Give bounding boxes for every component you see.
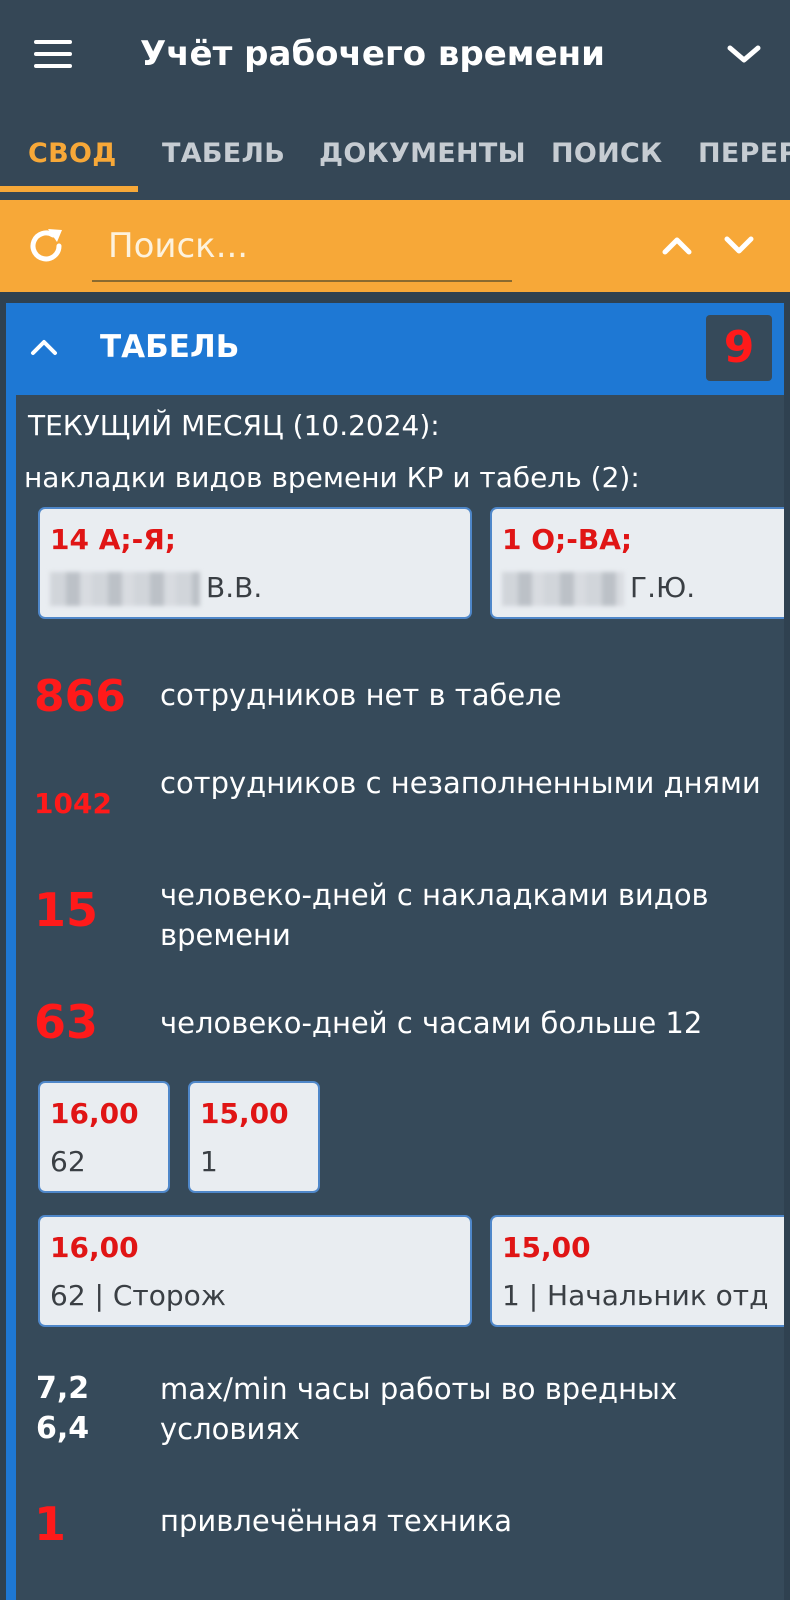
hours-value: 16,00 [50,1097,139,1130]
panel-title[interactable]: ТАБЕЛЬ [100,329,239,365]
refresh-icon[interactable] [26,226,66,266]
chevron-down-icon[interactable] [722,230,756,260]
harmful-min: 6,4 [36,1411,90,1446]
stat-overtime-count[interactable]: 63 [34,995,98,1049]
hours-position-card[interactable]: 15,00 1 | Начальник отд [490,1215,784,1327]
employee-name: Г.Ю. [502,571,695,606]
stat-unfilled-count[interactable]: 1042 [34,787,112,820]
overlay-card[interactable]: 1 О;-ВА; Г.Ю. [490,507,784,619]
hours-value: 15,00 [502,1231,591,1264]
current-month-label: ТЕКУЩИЙ МЕСЯЦ (10.2024): [28,409,440,442]
stat-overlap-text: человеко-дней с накладками видов времени [160,878,709,952]
tab-bar: СВОД ТАБЕЛЬ ДОКУМЕНТЫ ПОИСК ПЕРЕР [0,112,790,200]
stat-overlap-count[interactable]: 15 [34,883,98,937]
active-tab-indicator [0,186,138,192]
menu-icon[interactable] [34,40,72,68]
tab-tabel[interactable]: ТАБЕЛЬ [162,138,285,169]
redacted-surname [50,572,200,606]
panel-count-badge: 9 [706,315,772,381]
employee-name: В.В. [50,571,262,606]
tab-documents[interactable]: ДОКУМЕНТЫ [319,138,526,169]
stat-missing-count[interactable]: 866 [34,671,126,722]
stat-missing-text: сотрудников нет в табеле [160,678,562,712]
hours-count: 62 [50,1145,86,1178]
hours-value: 15,00 [200,1097,289,1130]
panel-body: ТЕКУЩИЙ МЕСЯЦ (10.2024): накладки видов … [16,395,784,1600]
chevron-up-icon[interactable] [660,230,694,260]
tabel-panel: ТАБЕЛЬ 9 ТЕКУЩИЙ МЕСЯЦ (10.2024): наклад… [6,303,784,1600]
equipment-count[interactable]: 1 [34,1497,66,1551]
overlay-code: 1 О;-ВА; [502,523,633,556]
hours-position: 62 | Сторож [50,1279,226,1312]
harmful-text: max/min часы работы во вредных условиях [160,1372,678,1446]
hours-count: 1 [200,1145,218,1178]
overlay-code: 14 А;-Я; [50,523,176,556]
chevron-down-icon[interactable] [726,40,762,68]
overlays-label: накладки видов времени КР и табель (2): [24,461,640,494]
search-input[interactable] [92,212,512,282]
equipment-text: привлечённая техника [160,1504,513,1538]
harmful-max: 7,2 [36,1371,90,1406]
redacted-surname [502,572,624,606]
app-title: Учёт рабочего времени [140,34,605,74]
stat-overtime-text: человеко-дней с часами больше 12 [160,1006,703,1040]
chevron-up-icon[interactable] [28,333,60,361]
overlay-card[interactable]: 14 А;-Я; В.В. [38,507,472,619]
hours-position: 1 | Начальник отд [502,1279,769,1312]
hours-value: 16,00 [50,1231,139,1264]
hours-position-card[interactable]: 16,00 62 | Сторож [38,1215,472,1327]
hours-card[interactable]: 15,00 1 [188,1081,320,1193]
tab-search[interactable]: ПОИСК [551,138,663,169]
tab-transfer[interactable]: ПЕРЕР [698,138,790,169]
tab-svod[interactable]: СВОД [28,138,117,169]
stat-unfilled-text: сотрудников с незаполненными днями [160,766,761,800]
hours-card[interactable]: 16,00 62 [38,1081,170,1193]
app-bar: Учёт рабочего времени [0,0,790,112]
